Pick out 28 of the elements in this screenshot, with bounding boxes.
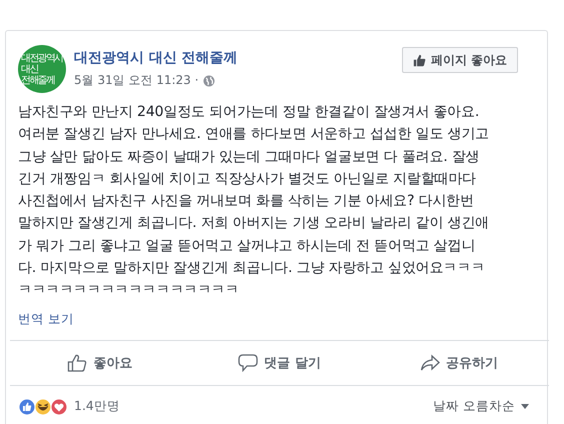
share-button[interactable]: 공유하기 xyxy=(369,340,550,385)
page-avatar[interactable]: 대전광역시 대신 전해줄께 xyxy=(18,45,66,93)
post-text-line: 남자친구와 만난지 240일정도 되어가는데 정말 한결같이 잘생겨서 좋아요. xyxy=(18,103,480,122)
post-text-line: 가 뭐가 그리 좋냐고 얼굴 뜯어먹고 살꺼냐고 하시는데 전 뜯어먹고 살껍니 xyxy=(18,236,476,256)
post-text-line: 여러분 잘생긴 남자 만나세요. 연애를 하다보면 서운하고 섭섭한 일도 생기고 xyxy=(18,125,490,144)
see-translation-link[interactable]: 번역 보기 xyxy=(18,310,74,328)
thumbs-up-icon xyxy=(412,54,426,66)
speech-bubble-icon xyxy=(238,354,258,372)
post-text-line: 말하지만 잘생긴게 최곱니다. 저희 아버지는 기생 오라비 날라리 같이 생긴애 xyxy=(18,214,490,234)
avatar-text: 전해줄께 xyxy=(21,74,54,86)
like-page-button[interactable]: 페이지 좋아요 xyxy=(402,47,518,73)
share-arrow-icon xyxy=(420,354,440,372)
avatar-text: 대전광역시 xyxy=(21,52,63,64)
post-text-line: 사진첩에서 남자친구 사진을 꺼내보며 화를 삭히는 기분 아세요? 다시한번 xyxy=(18,192,475,212)
thumbs-up-icon xyxy=(67,354,88,372)
globe-icon xyxy=(202,74,215,86)
post-text-line: 긴거 개짱임ㅋ 회사일에 치이고 직장상사가 별것도 아닌일로 지랄할때마다 xyxy=(18,170,477,189)
post-text-line: ㅋㅋㅋㅋㅋㅋㅋㅋㅋㅋㅋㅋㅋㅋㅋㅋ xyxy=(18,281,240,300)
post-text-line: 다. 마지막으로 말하지만 잘생긴게 최곱니다. 그냥 자랑하고 싶었어요ㅋㅋㅋ xyxy=(18,259,486,278)
timestamp: 5월 31일 오전 11:23 · xyxy=(74,72,199,89)
comment-button[interactable]: 댓글 달기 xyxy=(190,340,370,385)
like-button[interactable]: 좋아요 xyxy=(10,340,190,385)
avatar-text: 대신 xyxy=(21,64,38,74)
post-text-line: 그냥 살만 닮아도 짜증이 날때가 있는데 그때마다 얼굴보면 다 풀려요. 잘생 xyxy=(18,148,480,167)
sort-dropdown[interactable]: 날짜 오름차순 xyxy=(433,398,529,416)
caret-icon xyxy=(521,404,529,410)
page-name-link[interactable]: 대전광역시 대신 전해줄께 xyxy=(74,49,238,67)
reaction-count[interactable]: 1.4만명 xyxy=(74,398,120,416)
